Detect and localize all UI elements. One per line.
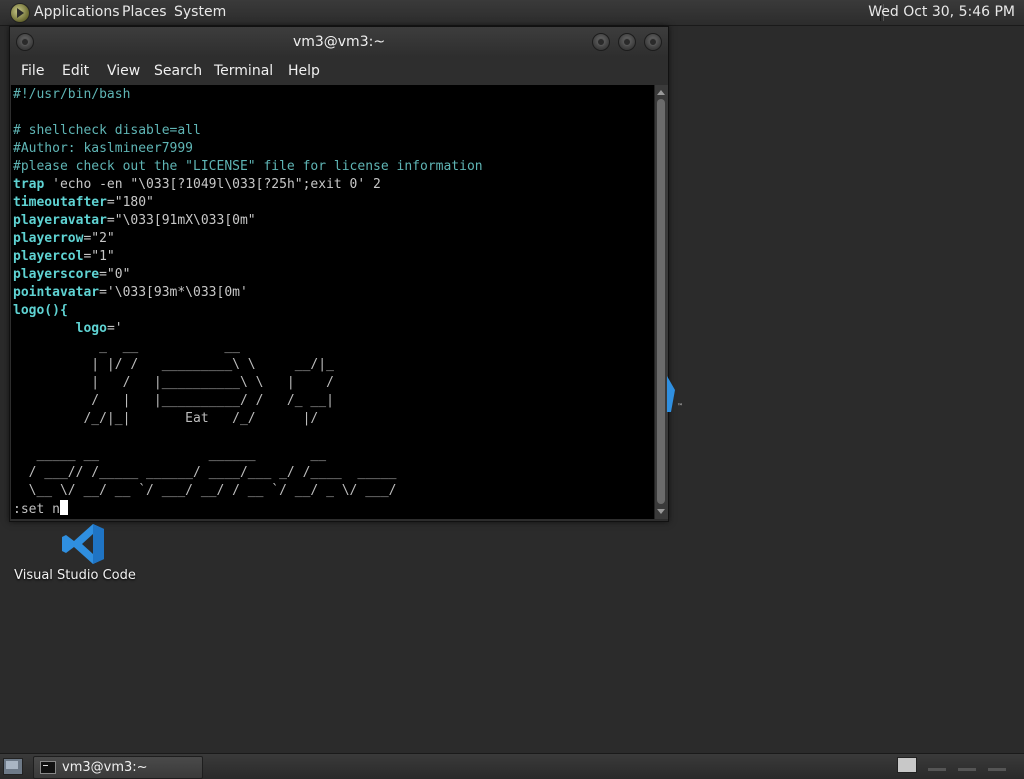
terminal-line: pointavatar='\033[93m*\033[0m': [13, 284, 248, 302]
terminal-text: playerscore: [13, 267, 100, 282]
terminal-line: | / |__________\ \ | /: [13, 374, 334, 392]
terminal-text: playerrow: [13, 231, 84, 246]
taskbar-item-label: vm3@vm3:~: [62, 760, 148, 775]
menu-file[interactable]: File: [21, 63, 44, 79]
terminal-text: ="1": [83, 249, 115, 264]
workspace-2[interactable]: [928, 768, 946, 771]
terminal-line: #please check out the "LICENSE" file for…: [13, 158, 483, 176]
vscode-desktop-icon[interactable]: Visual Studio Code: [10, 518, 140, 588]
terminal-text: #Author: kaslmineer7999: [13, 141, 194, 156]
terminal-text: logo(){: [13, 303, 68, 318]
terminal-text: timeoutafter: [13, 195, 107, 210]
vscode-label: Visual Studio Code: [14, 568, 136, 583]
close-button[interactable]: [644, 33, 662, 51]
terminal-text: ="\033[91mX\033[0m": [106, 213, 256, 228]
terminal-text: # shellcheck disable=all: [13, 123, 201, 138]
maximize-button[interactable]: [618, 33, 636, 51]
terminal-line: \__ \/ __/ __ `/ ___/ __/ / __ `/ __/ _ …: [13, 482, 397, 500]
terminal-line: #Author: kaslmineer7999: [13, 140, 193, 158]
terminal-text: _____ __ ______ __: [13, 447, 327, 462]
menu-help[interactable]: Help: [288, 63, 320, 79]
scroll-up-arrow-icon[interactable]: [657, 90, 665, 95]
terminal-icon: [40, 761, 56, 774]
terminal-line: trap 'echo -en "\033[?1049l\033[?25h";ex…: [13, 176, 381, 194]
terminal-line: timeoutafter="180": [13, 194, 154, 212]
system-menu[interactable]: System: [174, 4, 226, 20]
window-title: vm3@vm3:~: [292, 34, 386, 50]
bottom-panel: vm3@vm3:~: [0, 753, 1024, 779]
terminal-line: logo=': [13, 320, 123, 338]
workspace-1[interactable]: [897, 757, 917, 773]
terminal-text: ="180": [106, 195, 154, 210]
applications-menu[interactable]: Applications: [34, 4, 120, 20]
terminal-line: playerrow="2": [13, 230, 115, 248]
terminal-line: # shellcheck disable=all: [13, 122, 201, 140]
terminal-text: ="0": [99, 267, 131, 282]
system-logo-icon[interactable]: [10, 3, 30, 23]
svg-text:™: ™: [677, 403, 683, 410]
terminal-scrollbar[interactable]: [654, 85, 668, 519]
terminal-line: playercol="1": [13, 248, 115, 266]
terminal-text: pointavatar: [13, 285, 100, 300]
hidden-desktop-icon[interactable]: ™: [663, 368, 685, 414]
terminal-window: vm3@vm3:~ File Edit View Search Terminal…: [9, 26, 669, 522]
terminal-text: \__ \/ __/ __ `/ ___/ __/ / __ `/ __/ _ …: [13, 483, 397, 498]
terminal-text: logo: [75, 321, 107, 336]
menu-edit[interactable]: Edit: [62, 63, 89, 79]
terminal-text: trap: [13, 177, 45, 192]
terminal-text: 'echo -en "\033[?1049l\033[?25h";exit 0'…: [44, 177, 381, 192]
terminal-text: ='\033[93m*\033[0m': [99, 285, 248, 300]
terminal-text: _ __ __: [13, 339, 240, 354]
terminal-line: logo(){: [13, 302, 68, 320]
menu-search[interactable]: Search: [154, 63, 202, 79]
menubar: File Edit View Search Terminal Help: [10, 57, 668, 85]
clock[interactable]: Wed Oct 30, 5:46 PM: [868, 4, 1015, 20]
terminal-line: /_/|_| Eat /_/ |/: [13, 410, 318, 428]
places-menu[interactable]: Places: [122, 4, 167, 20]
terminal-text: | |/ / _________\ \ __/|_: [13, 357, 334, 372]
terminal-line: _____ __ ______ __: [13, 446, 326, 464]
workspace-4[interactable]: [988, 768, 1006, 771]
command-text: :set n: [13, 502, 60, 517]
terminal-text: | / |__________\ \ | /: [13, 375, 334, 390]
terminal-text: playercol: [13, 249, 84, 264]
terminal-text: #please check out the "LICENSE" file for…: [13, 159, 483, 174]
menu-view[interactable]: View: [107, 63, 140, 79]
terminal-line: #!/usr/bin/bash: [13, 86, 130, 104]
scroll-down-arrow-icon[interactable]: [657, 509, 665, 514]
minimize-button[interactable]: [592, 33, 610, 51]
workspace-3[interactable]: [958, 768, 976, 771]
vscode-icon: [62, 524, 104, 564]
terminal-line: / ___// /_____ ______/ ____/___ _/ /____…: [13, 464, 397, 482]
menu-terminal[interactable]: Terminal: [214, 63, 273, 79]
show-desktop-icon[interactable]: [3, 758, 23, 775]
scroll-thumb[interactable]: [657, 99, 665, 504]
terminal-text: playeravatar: [13, 213, 107, 228]
taskbar-item-terminal[interactable]: vm3@vm3:~: [33, 756, 203, 779]
terminal-line: playeravatar="\033[91mX\033[0m": [13, 212, 256, 230]
terminal-text: ="2": [83, 231, 115, 246]
terminal-line: / | |__________/ / /_ __|: [13, 392, 334, 410]
terminal-text: =': [106, 321, 123, 336]
terminal-text: #!/usr/bin/bash: [13, 87, 131, 102]
top-panel: Applications Places System Wed Oct 30, 5…: [0, 0, 1024, 26]
window-titlebar[interactable]: vm3@vm3:~: [10, 27, 668, 57]
command-line[interactable]: :set n: [13, 500, 68, 518]
terminal-text: / | |__________/ / /_ __|: [13, 393, 334, 408]
text-cursor: [59, 500, 68, 515]
terminal-line: _ __ __: [13, 338, 240, 356]
terminal-line: playerscore="0": [13, 266, 130, 284]
terminal-line: | |/ / _________\ \ __/|_: [13, 356, 334, 374]
terminal-output[interactable]: #!/usr/bin/bash # shellcheck disable=all #…: [11, 85, 654, 519]
terminal-text: / ___// /_____ ______/ ____/___ _/ /____…: [13, 465, 397, 480]
terminal-text: /_/|_| Eat /_/ |/: [13, 411, 319, 426]
